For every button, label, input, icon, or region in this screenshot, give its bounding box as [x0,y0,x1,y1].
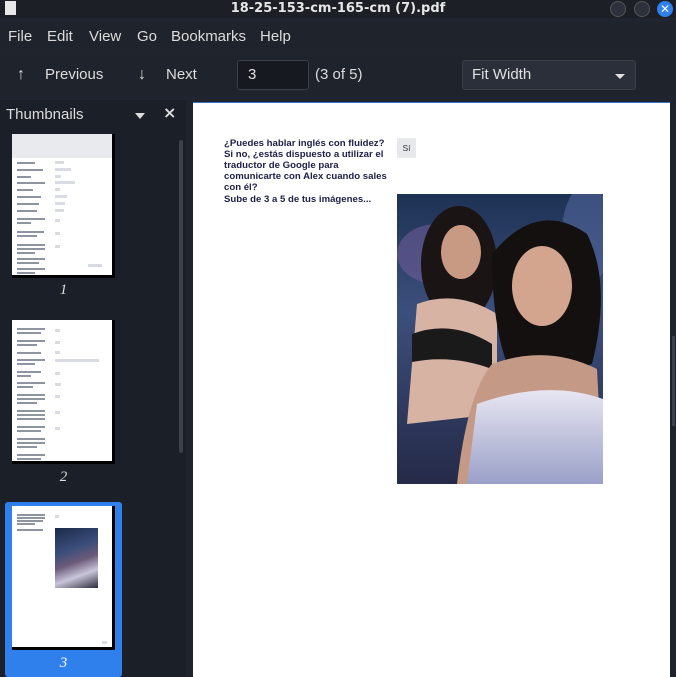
next-page-button[interactable]: ↓ Next [138,66,197,84]
menu-edit[interactable]: Edit [47,28,73,45]
sidebar-scrollbar[interactable] [179,140,183,453]
viewer-scrollbar[interactable] [672,336,675,426]
thumbnail-number: 2 [59,469,68,485]
menu-view[interactable]: View [89,28,121,45]
zoom-select[interactable]: Fit Width [462,60,636,90]
question-text: ¿Puedes hablar inglés con fluidez? Si no… [224,138,387,193]
page-count-label: (3 of 5) [315,66,363,83]
next-label: Next [166,66,197,83]
minimize-button[interactable] [610,1,626,17]
thumbnail-number: 1 [59,282,68,298]
arrow-up-icon: ↑ [17,66,25,83]
title-bar: 18-25-153-cm-165-cm (7).pdf ✕ [0,0,676,18]
chevron-down-icon [615,74,625,79]
thumbnail-header [12,134,112,158]
menu-bookmarks[interactable]: Bookmarks [171,28,246,45]
pdf-page: ¿Puedes hablar inglés con fluidez? Si no… [193,102,670,677]
menu-file[interactable]: File [8,28,32,45]
window-title: 18-25-153-cm-165-cm (7).pdf [230,1,446,16]
thumbnail-page-2[interactable] [12,320,115,464]
document-viewer[interactable]: ¿Puedes hablar inglés con fluidez? Si no… [186,100,676,677]
thumbnail-number: 3 [59,655,68,671]
menu-go[interactable]: Go [137,28,157,45]
thumbnails-sidebar: Thumbnails × 1 2 3 [0,100,186,677]
upload-prompt: Sube de 3 a 5 de tus imágenes... [224,194,372,205]
close-sidebar-icon[interactable]: × [163,103,176,122]
sidebar-header: Thumbnails × [0,100,186,130]
page-number-input[interactable]: 3 [237,60,309,90]
uploaded-photo [397,194,603,484]
previous-label: Previous [45,66,104,83]
maximize-button[interactable] [634,1,650,17]
menu-help[interactable]: Help [260,28,291,45]
answer-value: Sí [397,138,416,158]
close-window-button[interactable]: ✕ [657,1,673,17]
sidebar-mode-label[interactable]: Thumbnails [6,106,84,123]
thumbnail-page-3[interactable] [12,506,115,650]
previous-page-button[interactable]: ↑ Previous [17,66,103,84]
zoom-value: Fit Width [472,66,532,83]
menu-bar: File Edit View Go Bookmarks Help [0,22,676,52]
thumbnail-page-1[interactable] [12,134,115,278]
chevron-down-icon[interactable] [135,113,145,119]
arrow-down-icon: ↓ [138,66,146,83]
thumbnail-photo [55,528,98,588]
